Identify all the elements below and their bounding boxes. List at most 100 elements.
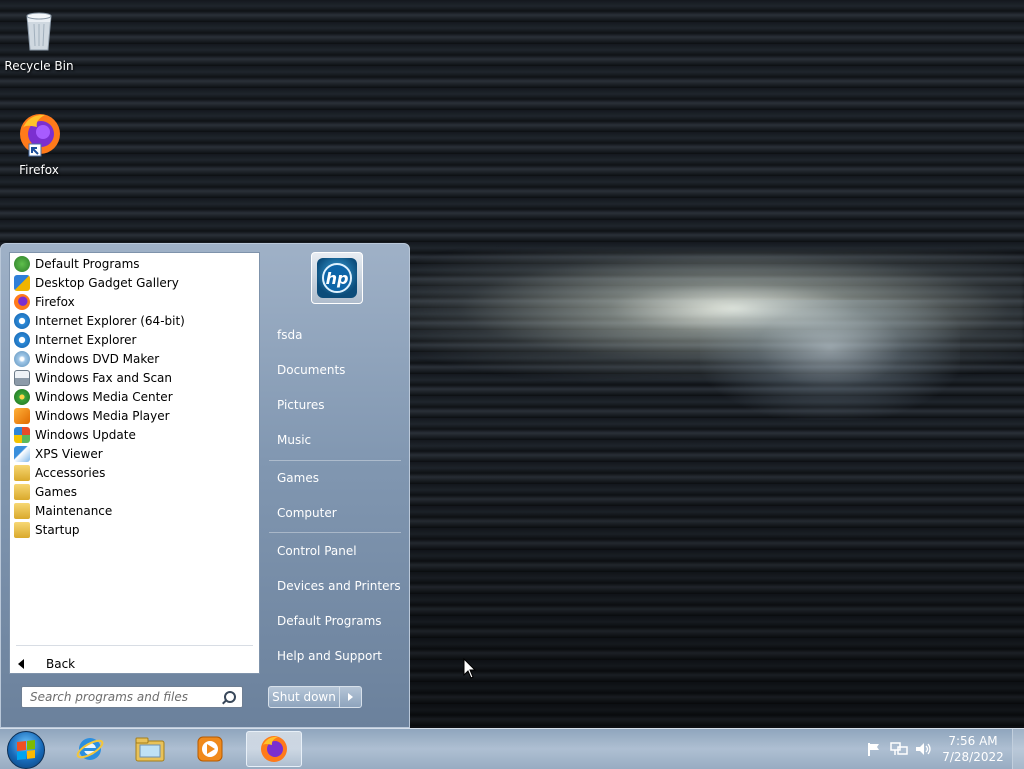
program-item[interactable]: Windows DVD Maker (10, 349, 259, 368)
program-item[interactable]: Windows Media Player (10, 406, 259, 425)
firefox-icon (14, 293, 30, 310)
right-divider (269, 532, 401, 533)
back-button[interactable]: Back (18, 657, 75, 671)
right-item-help-support[interactable]: Help and Support (267, 643, 403, 669)
dvd-maker-icon (14, 350, 30, 367)
right-item-computer[interactable]: Computer (267, 500, 403, 526)
program-item[interactable]: Internet Explorer (10, 330, 259, 349)
program-label: Windows DVD Maker (35, 351, 160, 366)
program-label: Default Programs (35, 256, 140, 271)
clock-date: 7/28/2022 (942, 750, 1004, 764)
recycle-bin-icon (26, 12, 52, 51)
program-item[interactable]: Windows Update (10, 425, 259, 444)
wallpaper-shadow (410, 430, 1024, 728)
program-label: Maintenance (35, 503, 113, 518)
fax-scan-icon (14, 369, 30, 386)
right-item-user-folder[interactable]: fsda (267, 322, 403, 348)
program-label: XPS Viewer (35, 446, 103, 461)
desktop-icon-label: Firefox (19, 163, 59, 177)
action-center-flag-icon[interactable] (866, 741, 882, 757)
program-item[interactable]: Windows Fax and Scan (10, 368, 259, 387)
program-label: Accessories (35, 465, 106, 480)
program-label: Firefox (35, 294, 75, 309)
right-item-music[interactable]: Music (267, 427, 403, 453)
media-center-icon (14, 388, 30, 405)
back-divider (16, 645, 253, 646)
folder-icon (14, 483, 30, 500)
right-item-documents[interactable]: Documents (267, 357, 403, 383)
back-label: Back (46, 657, 76, 671)
program-label: Startup (35, 522, 80, 537)
right-item-label: Computer (277, 506, 337, 520)
windows-logo-icon (17, 740, 35, 760)
program-label: Desktop Gadget Gallery (35, 275, 179, 290)
media-player-icon (14, 407, 30, 424)
program-item[interactable]: XPS Viewer (10, 444, 259, 463)
chevron-right-icon (348, 693, 353, 701)
right-item-label: Control Panel (277, 544, 357, 558)
search-icon[interactable] (224, 691, 236, 703)
right-item-label: Music (277, 433, 312, 447)
volume-icon[interactable] (914, 741, 932, 757)
right-item-label: Documents (277, 363, 346, 377)
shutdown-button[interactable]: Shut down (269, 687, 340, 707)
gadget-gallery-icon (14, 274, 30, 291)
search-placeholder: Search programs and files (30, 690, 188, 704)
right-item-label: Games (277, 471, 319, 485)
program-label: Games (35, 484, 77, 499)
internet-explorer-icon (76, 738, 104, 760)
firefox-icon (261, 736, 287, 762)
wallpaper-bokeh (700, 300, 960, 420)
program-item[interactable]: Accessories (10, 463, 259, 482)
start-menu: Default Programs Desktop Gadget Gallery … (0, 243, 410, 728)
program-item[interactable]: Firefox (10, 292, 259, 311)
back-arrow-icon (18, 659, 24, 669)
right-item-control-panel[interactable]: Control Panel (267, 538, 403, 564)
programs-pane: Default Programs Desktop Gadget Gallery … (9, 252, 260, 674)
program-item[interactable]: Maintenance (10, 501, 259, 520)
firefox-icon (20, 114, 60, 157)
taskbar-windows-explorer[interactable] (122, 731, 178, 767)
shutdown-options-button[interactable] (340, 687, 361, 707)
right-item-default-programs[interactable]: Default Programs (267, 608, 403, 634)
user-picture[interactable]: hp (311, 252, 363, 304)
program-label: Internet Explorer (64-bit) (35, 313, 185, 328)
right-item-devices-printers[interactable]: Devices and Printers (267, 573, 403, 599)
media-player-icon (197, 736, 223, 762)
program-item[interactable]: Games (10, 482, 259, 501)
right-item-games[interactable]: Games (267, 465, 403, 491)
folder-icon (14, 521, 30, 538)
program-item[interactable]: Default Programs (10, 254, 259, 273)
program-item[interactable]: Startup (10, 520, 259, 539)
right-divider (269, 460, 401, 461)
windows-explorer-icon (135, 737, 165, 762)
program-item[interactable]: Internet Explorer (64-bit) (10, 311, 259, 330)
network-icon[interactable] (890, 741, 908, 757)
right-item-label: Pictures (277, 398, 325, 412)
start-button[interactable] (7, 731, 45, 769)
program-label: Windows Update (35, 427, 136, 442)
desktop-icon-label: Recycle Bin (4, 59, 74, 73)
taskbar-media-player[interactable] (182, 731, 238, 767)
right-item-pictures[interactable]: Pictures (267, 392, 403, 418)
system-clock[interactable]: 7:56 AM 7/28/2022 (940, 733, 1006, 765)
right-item-label: Default Programs (277, 614, 382, 628)
taskbar-firefox[interactable] (246, 731, 302, 767)
search-input[interactable]: Search programs and files (21, 686, 243, 708)
windows-update-icon (14, 426, 30, 443)
program-item[interactable]: Windows Media Center (10, 387, 259, 406)
program-label: Windows Media Player (35, 408, 170, 423)
taskbar: 7:56 AM 7/28/2022 (0, 728, 1024, 769)
program-item[interactable]: Desktop Gadget Gallery (10, 273, 259, 292)
right-item-label: Devices and Printers (277, 579, 401, 593)
program-label: Internet Explorer (35, 332, 137, 347)
internet-explorer-icon (14, 312, 30, 329)
taskbar-internet-explorer[interactable] (62, 731, 118, 767)
show-desktop-button[interactable] (1012, 729, 1024, 769)
desktop-icon-recycle-bin[interactable]: Recycle Bin (1, 6, 77, 73)
right-item-label: Help and Support (277, 649, 382, 663)
desktop-icon-firefox[interactable]: Firefox (1, 110, 77, 177)
folder-icon (14, 464, 30, 481)
program-label: Windows Fax and Scan (35, 370, 173, 385)
default-programs-icon (14, 255, 30, 272)
